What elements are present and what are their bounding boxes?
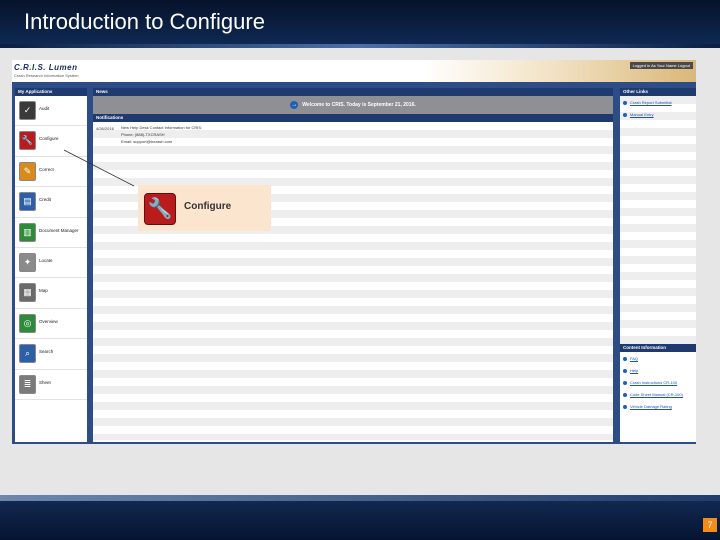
callout-leader-line (63, 149, 135, 187)
footer-divider (0, 495, 720, 501)
wrench-icon: 🔧 (144, 193, 176, 225)
slide-footer (0, 495, 720, 540)
configure-callout: 🔧 Configure (138, 185, 271, 231)
page-number: 7 (703, 518, 717, 532)
callout-label: Configure (184, 201, 232, 212)
